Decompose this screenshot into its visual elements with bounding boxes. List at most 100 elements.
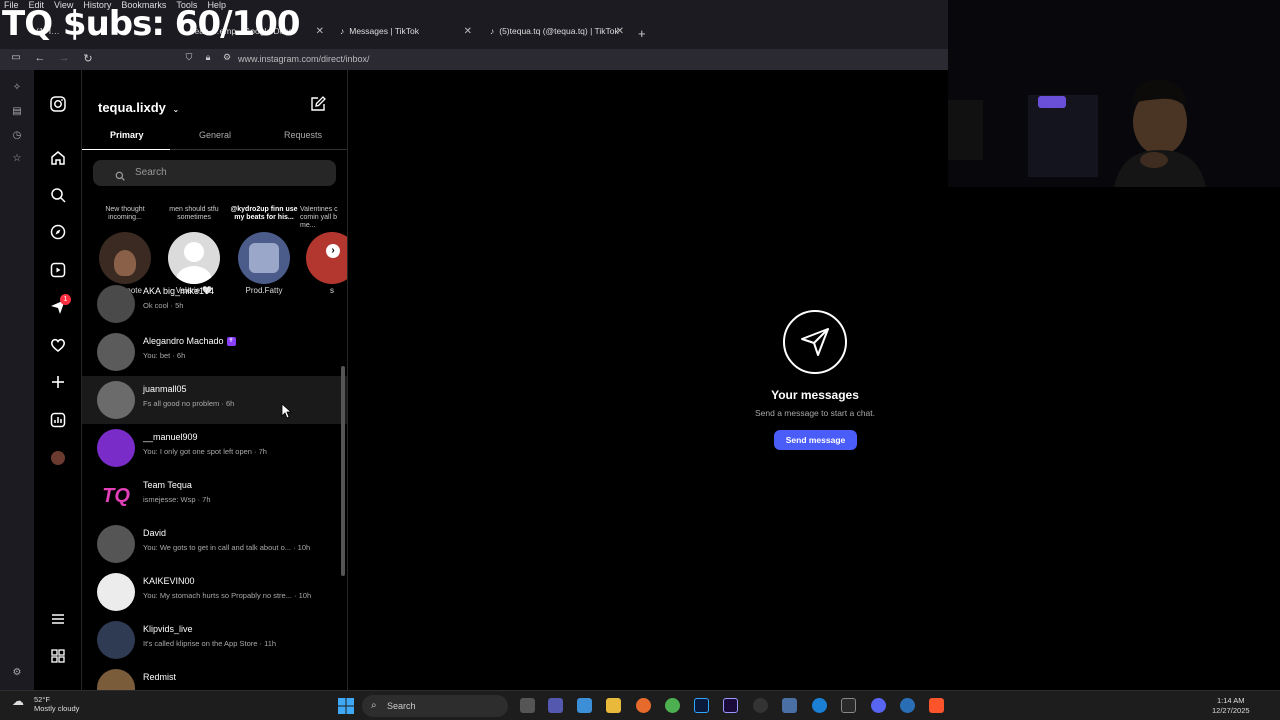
permissions-icon[interactable]: ⚙ xyxy=(219,52,235,63)
more-menu-icon[interactable] xyxy=(48,609,68,629)
task-view-icon[interactable] xyxy=(520,698,535,713)
conversation-name: Alegandro Machado xyxy=(143,336,224,346)
conversation-item[interactable]: TQ Team Tequa ismejesse: Wsp · 7h xyxy=(82,472,347,520)
app-icon[interactable] xyxy=(900,698,915,713)
new-tab-button[interactable]: + xyxy=(638,26,646,41)
conversation-item[interactable]: David You: We gots to get in call and tal… xyxy=(82,520,347,568)
edge-icon[interactable] xyxy=(812,698,827,713)
brave-icon[interactable] xyxy=(929,698,944,713)
firefox-icon[interactable] xyxy=(636,698,651,713)
teams-icon[interactable] xyxy=(548,698,563,713)
messenger-send-icon xyxy=(783,310,847,374)
search-icon[interactable] xyxy=(48,185,68,205)
threads-apps-icon[interactable] xyxy=(48,646,68,666)
chevron-down-icon: ⌄ xyxy=(172,105,180,114)
reels-icon[interactable] xyxy=(48,260,68,280)
scrollbar[interactable] xyxy=(341,366,345,576)
conversation-item[interactable]: juanmall05 Fs all good no problem · 6h xyxy=(82,376,347,424)
obs-icon[interactable] xyxy=(753,698,768,713)
close-tab-icon[interactable]: ✕ xyxy=(316,26,324,37)
notifications-heart-icon[interactable] xyxy=(48,335,68,355)
close-tab-icon[interactable]: ✕ xyxy=(616,26,624,37)
avatar xyxy=(168,232,220,284)
avatar xyxy=(97,669,135,690)
close-tab-icon[interactable]: ✕ xyxy=(464,26,472,37)
copilot-icon[interactable] xyxy=(577,698,592,713)
clock-time: 1:14 AM xyxy=(1217,696,1245,705)
note-bubble: Valentines c comin yall b me... xyxy=(300,206,338,229)
instagram-logo-icon[interactable] xyxy=(48,94,68,114)
conversation-preview: You: I only got one spot left open · 7h xyxy=(143,447,267,456)
sidebar-toggle-icon[interactable]: ▭ xyxy=(8,52,24,63)
conversation-name: Klipvids_live xyxy=(143,624,193,634)
chrome-icon[interactable] xyxy=(665,698,680,713)
settings-gear-icon[interactable]: ⚙ xyxy=(11,667,23,679)
webcam-feed xyxy=(948,0,1280,187)
conversation-preview: You: We gots to get in call and talk abo… xyxy=(143,543,311,552)
notes-tray: New thought incoming... Your note men sh… xyxy=(82,206,347,295)
browser-sidebar: ✧ ▤ ◷ ☆ ⚙ xyxy=(0,70,34,690)
conversation-item[interactable]: Redmist xyxy=(82,664,347,690)
account-switcher[interactable]: tequa.lixdy ⌄ xyxy=(98,100,179,115)
taskbar-search[interactable]: ⌕ Search xyxy=(362,695,508,717)
tab-general[interactable]: General xyxy=(199,130,231,140)
url-input[interactable]: www.instagram.com/direct/inbox/ xyxy=(238,54,370,64)
avatar xyxy=(99,232,151,284)
dashboard-icon[interactable] xyxy=(48,410,68,430)
avatar xyxy=(97,573,135,611)
inbox-tabs: Primary General Requests xyxy=(82,128,347,150)
weather-widget[interactable]: ☁ 52°F Mostly cloudy xyxy=(12,695,79,713)
chevron-right-icon[interactable]: › xyxy=(326,244,340,258)
terminal-icon[interactable] xyxy=(841,698,856,713)
search-input[interactable]: Search xyxy=(93,160,336,186)
conversation-item[interactable]: AKA big_mike174 Ok cool · 5h xyxy=(82,280,347,328)
file-explorer-icon[interactable] xyxy=(606,698,621,713)
account-username: tequa.lixdy xyxy=(98,100,166,115)
premiere-icon[interactable] xyxy=(723,698,738,713)
system-clock[interactable]: 1:14 AM 12/27/2025 xyxy=(1212,696,1250,716)
team-logo-icon: TQ xyxy=(102,484,130,507)
empty-state-title: Your messages xyxy=(771,388,859,402)
conversation-name: juanmall05 xyxy=(143,384,187,394)
app-icon[interactable] xyxy=(782,698,797,713)
conversation-list: AKA big_mike174 Ok cool · 5h Alegandro Ma… xyxy=(82,280,347,690)
conversation-name: KAIKEVIN00 xyxy=(143,576,195,586)
tab-primary[interactable]: Primary xyxy=(110,130,144,140)
send-message-button[interactable]: Send message xyxy=(774,430,857,450)
discord-icon[interactable] xyxy=(871,698,886,713)
conversation-preview: Ok cool · 5h xyxy=(143,301,184,310)
conversation-item[interactable]: __manuel909 You: I only got one spot left… xyxy=(82,424,347,472)
notification-badge: 1 xyxy=(60,294,71,305)
windows-start-icon[interactable] xyxy=(338,698,354,714)
conversation-item[interactable]: Alegandro Machado ✝ You: bet · 6h xyxy=(82,328,347,376)
avatar xyxy=(97,333,135,371)
bookmark-star-icon[interactable]: ☆ xyxy=(11,153,23,165)
tab-requests[interactable]: Requests xyxy=(284,130,322,140)
tab-tiktok-profile[interactable]: ♪ (5)tequa.tq (@tequa.tq) | TikTok ✕ xyxy=(484,19,628,43)
shield-icon[interactable]: ⛉ xyxy=(181,52,197,63)
conversation-item[interactable]: Klipvids_live It's called kliprise on the… xyxy=(82,616,347,664)
photoshop-icon[interactable] xyxy=(694,698,709,713)
tab-tiktok-messages[interactable]: ♪ Messages | TikTok ✕ xyxy=(334,19,476,43)
ai-chat-icon[interactable]: ✧ xyxy=(11,82,23,94)
compose-message-icon[interactable] xyxy=(310,96,326,117)
verified-badge-icon: ✝ xyxy=(226,337,236,347)
conversation-name: AKA big_mike174 xyxy=(143,286,215,296)
conversation-name: __manuel909 xyxy=(143,432,198,442)
reader-icon[interactable]: ▤ xyxy=(11,106,23,118)
mouse-cursor-icon xyxy=(281,403,293,424)
history-icon[interactable]: ◷ xyxy=(11,130,23,142)
home-icon[interactable] xyxy=(48,148,68,168)
create-plus-icon[interactable] xyxy=(48,372,68,392)
reload-icon[interactable]: ↻ xyxy=(80,52,96,65)
conversation-item[interactable]: KAIKEVIN00 You: My stomach hurts so Propa… xyxy=(82,568,347,616)
forward-icon[interactable]: → xyxy=(56,52,72,64)
messages-icon[interactable]: 1 xyxy=(48,294,71,317)
tab-label: (5)tequa.tq (@tequa.tq) | TikTok xyxy=(499,26,619,36)
profile-avatar[interactable] xyxy=(48,448,68,468)
explore-compass-icon[interactable] xyxy=(48,222,68,242)
avatar xyxy=(97,429,135,467)
lock-icon[interactable]: 🔒︎ xyxy=(200,52,216,63)
stream-overlay-title: TQ $ubs: 60/100 xyxy=(2,4,301,44)
back-icon[interactable]: ← xyxy=(32,52,48,64)
